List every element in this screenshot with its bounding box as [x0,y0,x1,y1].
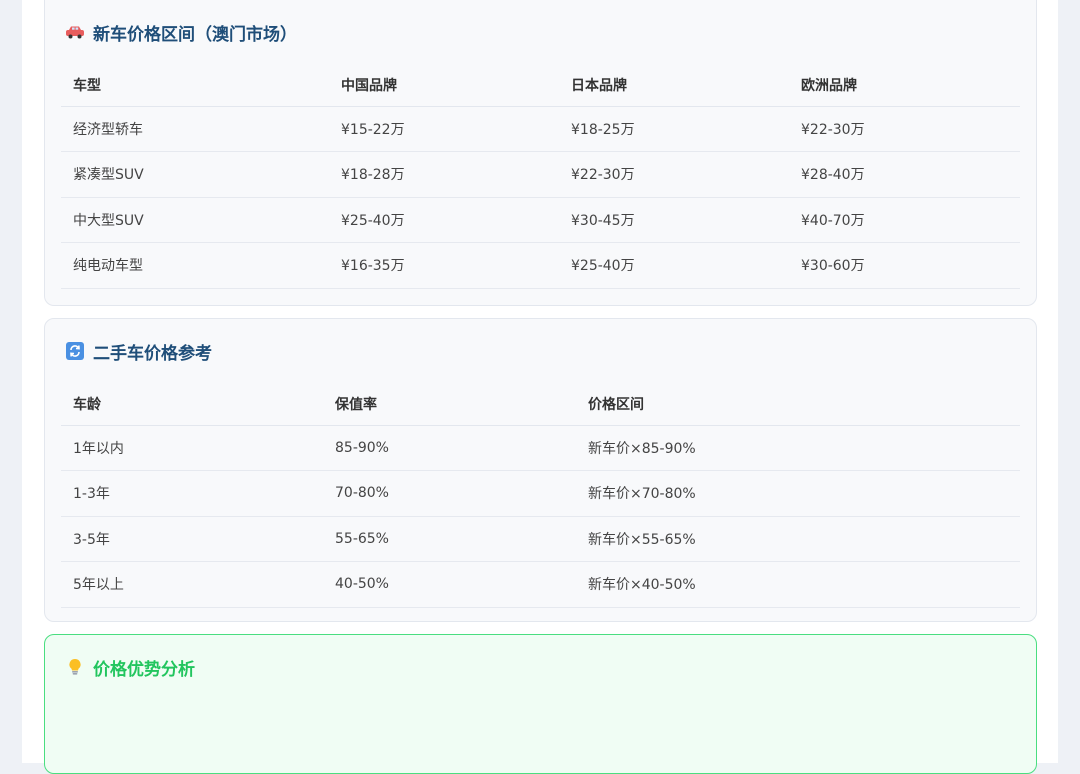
table-cell: ¥30-60万 [789,242,1020,289]
table-row: 中大型SUV ¥25-40万 ¥30-45万 ¥40-70万 [61,197,1020,243]
new-car-price-card: 新车价格区间（澳门市场） 车型 中国品牌 日本品牌 欧洲品牌 经济型轿车 ¥15… [44,0,1037,306]
new-car-card-title: 新车价格区间（澳门市场） [61,0,1020,64]
table-row: 紧凑型SUV ¥18-28万 ¥22-30万 ¥28-40万 [61,151,1020,198]
table-cell: 纯电动车型 [61,242,329,289]
table-cell: ¥28-40万 [789,151,1020,198]
table-row: 3-5年 55-65% 新车价×55-65% [61,516,1020,562]
table-cell: 55-65% [323,516,576,562]
table-cell: ¥16-35万 [329,242,559,289]
table-cell: 1-3年 [61,470,323,517]
table-cell: 40-50% [323,561,576,608]
table-cell: 新车价×85-90% [576,425,1020,471]
table-cell: 新车价×40-50% [576,561,1020,608]
column-header: 车龄 [61,383,323,426]
table-cell: ¥25-40万 [329,197,559,243]
column-header: 车型 [61,64,329,107]
column-header: 中国品牌 [329,64,559,107]
table-cell: 中大型SUV [61,197,329,243]
table-cell: 新车价×55-65% [576,516,1020,562]
table-cell: 1年以内 [61,425,323,471]
column-header: 保值率 [323,383,576,426]
table-cell: 紧凑型SUV [61,151,329,198]
used-car-card-title-text: 二手车价格参考 [93,343,212,364]
refresh-icon [65,341,85,361]
table-cell: 3-5年 [61,516,323,562]
table-cell: ¥18-25万 [559,106,789,152]
advantage-card-title: 价格优势分析 [61,635,1020,699]
table-row: 经济型轿车 ¥15-22万 ¥18-25万 ¥22-30万 [61,106,1020,152]
table-row: 1-3年 70-80% 新车价×70-80% [61,470,1020,517]
table-header-row: 车型 中国品牌 日本品牌 欧洲品牌 [61,64,1020,107]
table-cell: ¥15-22万 [329,106,559,152]
table-cell: 经济型轿车 [61,106,329,152]
table-row: 纯电动车型 ¥16-35万 ¥25-40万 ¥30-60万 [61,242,1020,289]
table-cell: ¥18-28万 [329,151,559,198]
table-row: 1年以内 85-90% 新车价×85-90% [61,425,1020,471]
table-cell: ¥22-30万 [789,106,1020,152]
table-cell: 70-80% [323,470,576,517]
table-header-row: 车龄 保值率 价格区间 [61,383,1020,426]
table-row: 5年以上 40-50% 新车价×40-50% [61,561,1020,608]
table-cell: 85-90% [323,425,576,471]
car-icon [65,22,85,42]
table-cell: ¥22-30万 [559,151,789,198]
lightbulb-icon [65,657,85,677]
page-container: 新车价格区间（澳门市场） 车型 中国品牌 日本品牌 欧洲品牌 经济型轿车 ¥15… [22,0,1058,774]
table-cell: ¥40-70万 [789,197,1020,243]
column-header: 价格区间 [576,383,1020,426]
new-car-price-table: 车型 中国品牌 日本品牌 欧洲品牌 经济型轿车 ¥15-22万 ¥18-25万 … [61,64,1020,289]
table-cell: ¥25-40万 [559,242,789,289]
column-header: 欧洲品牌 [789,64,1020,107]
advantage-card-title-text: 价格优势分析 [93,659,195,680]
price-advantage-card: 价格优势分析 [44,634,1037,774]
used-car-price-card: 二手车价格参考 车龄 保值率 价格区间 1年以内 85-90% 新车价×85-9… [44,318,1037,622]
used-car-card-title: 二手车价格参考 [61,319,1020,383]
table-cell: 5年以上 [61,561,323,608]
table-cell: ¥30-45万 [559,197,789,243]
table-cell: 新车价×70-80% [576,470,1020,517]
used-car-price-table: 车龄 保值率 价格区间 1年以内 85-90% 新车价×85-90% 1-3年 … [61,383,1020,608]
new-car-card-title-text: 新车价格区间（澳门市场） [93,24,297,45]
column-header: 日本品牌 [559,64,789,107]
